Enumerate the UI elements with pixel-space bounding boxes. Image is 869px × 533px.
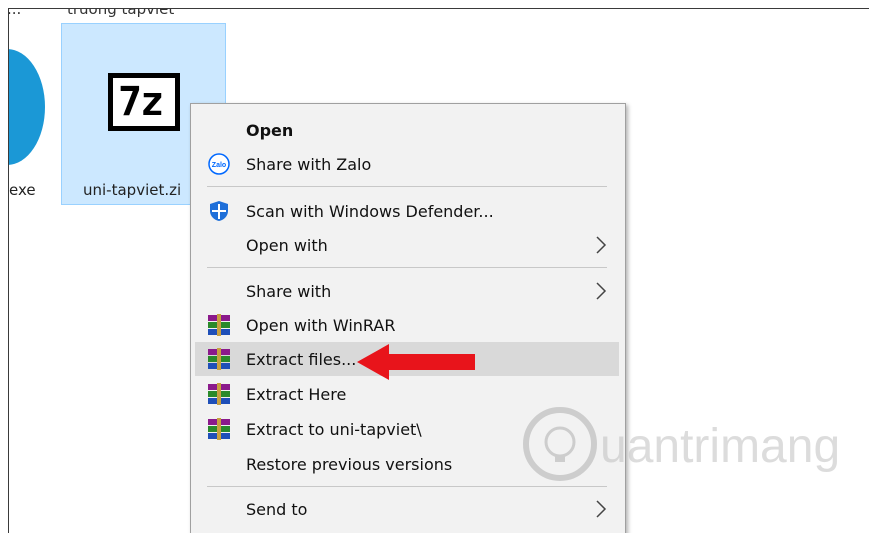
menu-item-open-with-winrar[interactable]: Open with WinRAR: [195, 308, 619, 342]
7z-archive-icon: 7z: [108, 73, 180, 131]
desktop-item-label: exe: [9, 181, 36, 199]
menu-item-open-with[interactable]: Open with: [195, 228, 619, 262]
watermark-text: uantrimang: [600, 420, 840, 473]
chevron-right-icon: [596, 236, 607, 254]
menu-item-label: Extract files...: [246, 349, 357, 369]
menu-item-label: Restore previous versions: [246, 454, 453, 474]
chevron-right-icon: [596, 282, 607, 300]
menu-item-share-with[interactable]: Share with: [195, 274, 619, 308]
menu-separator: [207, 486, 607, 487]
menu-item-label: Open with WinRAR: [246, 315, 396, 335]
menu-item-label: Share with Zalo: [246, 154, 372, 174]
menu-item-label: Open: [246, 120, 294, 140]
cut-off-label: truong tapviet: [67, 8, 175, 18]
menu-item-label: Open with: [246, 235, 328, 255]
menu-item-label: Extract Here: [246, 384, 347, 404]
menu-item-send-to[interactable]: Send to: [195, 492, 619, 526]
menu-item-share-with-zalo[interactable]: Zalo Share with Zalo: [195, 147, 619, 181]
menu-item-scan-defender[interactable]: Scan with Windows Defender...: [195, 194, 619, 228]
menu-item-open[interactable]: Open: [195, 113, 619, 147]
file-name: uni-tapviet.zi: [83, 181, 182, 199]
winrar-icon: [208, 348, 230, 370]
winrar-icon: [208, 418, 230, 440]
app-icon[interactable]: [9, 49, 45, 165]
menu-item-label: Scan with Windows Defender...: [246, 201, 494, 221]
chevron-right-icon: [596, 500, 607, 518]
menu-item-label: Extract to uni-tapviet\: [246, 419, 422, 439]
menu-item-label: Share with: [246, 281, 332, 301]
menu-separator: [207, 267, 607, 268]
red-arrow-annotation: [357, 344, 475, 380]
quantrimang-watermark: uantrimang: [523, 407, 840, 481]
zalo-icon: Zalo: [208, 153, 230, 175]
winrar-icon: [208, 383, 230, 405]
menu-separator: [207, 186, 607, 187]
menu-item-label: Send to: [246, 499, 308, 519]
winrar-icon: [208, 314, 230, 336]
cut-off-label: ...: [8, 8, 22, 18]
windows-defender-icon: [210, 201, 228, 221]
svg-text:Zalo: Zalo: [212, 162, 226, 169]
